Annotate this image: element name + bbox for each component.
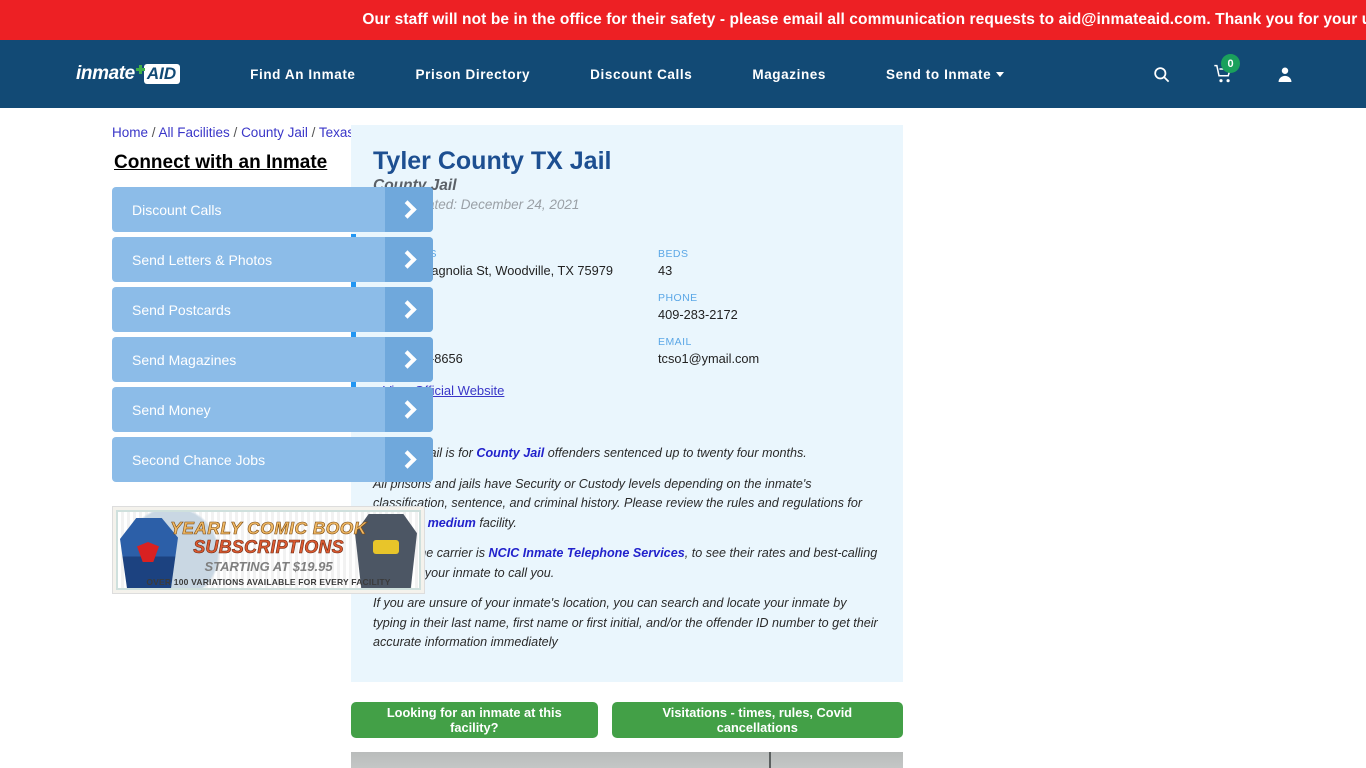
county-jail-link[interactable]: County Jail	[476, 446, 544, 460]
detail-value: 409-283-2172	[658, 307, 738, 322]
sidebar-item-label: Second Chance Jobs	[132, 451, 266, 468]
ncic-carrier-link[interactable]: NCIC Inmate Telephone Services	[489, 546, 685, 560]
sidebar-item-label: Send Letters & Photos	[132, 251, 273, 268]
comic-book-ad-banner[interactable]: YEARLY COMIC BOOK SUBSCRIPTIONS STARTING…	[112, 506, 425, 594]
sidebar-heading: Connect with an Inmate	[114, 152, 328, 173]
cart-icon[interactable]: 0	[1213, 54, 1240, 84]
breadcrumb-separator: /	[307, 125, 319, 140]
detail-beds: BEDS 43	[658, 248, 903, 278]
ad-price: STARTING AT $19.95	[204, 559, 333, 574]
detail-value: 43	[658, 263, 673, 278]
nav-item-magazines[interactable]: Magazines	[752, 67, 826, 82]
breadcrumb-item-home[interactable]: Home	[112, 125, 148, 140]
cart-count-badge: 0	[1221, 54, 1240, 73]
ad-footnote: OVER 100 VARIATIONS AVAILABLE FOR EVERY …	[146, 577, 391, 587]
chevron-right-icon	[385, 337, 433, 382]
nav-item-prison-directory[interactable]: Prison Directory	[416, 67, 531, 82]
detail-label: PHONE	[658, 292, 698, 304]
user-icon[interactable]	[1276, 65, 1294, 84]
main-content: Tyler County TX Jail County Jail Last Up…	[351, 125, 903, 768]
ad-background: YEARLY COMIC BOOK SUBSCRIPTIONS STARTING…	[116, 510, 421, 590]
breadcrumb-separator: /	[229, 125, 242, 140]
description-paragraph-1: Tyler Co Jail is for County Jail offende…	[373, 444, 881, 464]
breadcrumb-separator: /	[148, 125, 159, 140]
alert-banner-text: Our staff will not be in the office for …	[362, 11, 1366, 28]
detail-phone: PHONE 409-283-2172	[658, 292, 903, 322]
sidebar-item-label: Send Money	[132, 401, 211, 418]
nav-item-send-to-inmate[interactable]: Send to Inmate	[886, 66, 1005, 82]
search-icon[interactable]	[1152, 65, 1171, 84]
chevron-right-icon	[385, 187, 433, 232]
nav-item-send-to-inmate-label: Send to Inmate	[886, 66, 992, 82]
last-updated-text: Last Updated: December 24, 2021	[373, 197, 580, 212]
facility-info-panel: Tyler County TX Jail County Jail Last Up…	[351, 125, 903, 682]
sidebar-item-discount-calls[interactable]: Discount Calls	[112, 187, 433, 232]
ad-headline: YEARLY COMIC BOOK	[170, 518, 367, 539]
breadcrumb-item-all-facilities[interactable]: All Facilities	[159, 125, 230, 140]
sidebar-item-label: Send Magazines	[132, 351, 237, 368]
description-paragraph-3: The phone carrier is NCIC Inmate Telepho…	[373, 544, 881, 583]
visitations-button[interactable]: Visitations - times, rules, Covid cancel…	[611, 701, 903, 738]
sidebar-item-send-postcards[interactable]: Send Postcards	[112, 287, 433, 332]
nav-item-find-an-inmate[interactable]: Find An Inmate	[250, 67, 355, 82]
green-cross-icon	[135, 65, 145, 74]
breadcrumb-item-county-jail[interactable]: County Jail	[241, 125, 308, 140]
description-paragraph-2: All prisons and jails have Security or C…	[373, 475, 881, 534]
sidebar-item-label: Send Postcards	[132, 301, 231, 318]
sidebar-item-send-money[interactable]: Send Money	[112, 387, 433, 432]
sidebar-item-label: Discount Calls	[132, 201, 222, 218]
page-title: Tyler County TX Jail	[373, 147, 612, 175]
chevron-right-icon	[385, 437, 433, 482]
logo-badge: AID	[143, 64, 181, 84]
p2-text-a: All prisons and jails have Security or C…	[373, 476, 863, 511]
ad-subheadline: SUBSCRIPTIONS	[193, 537, 344, 558]
facility-details-box: ADDRESS 702 N Magnolia St, Woodville, TX…	[351, 234, 903, 414]
chevron-right-icon	[385, 287, 433, 332]
cta-button-row: Looking for an inmate at this facility? …	[351, 701, 903, 738]
description-paragraph-4: If you are unsure of your inmate's locat…	[373, 596, 878, 650]
breadcrumb-item-texas[interactable]: Texas	[319, 125, 354, 140]
sidebar-item-send-letters-photos[interactable]: Send Letters & Photos	[112, 237, 433, 282]
sidebar-item-second-chance-jobs[interactable]: Second Chance Jobs	[112, 437, 433, 482]
find-inmate-button[interactable]: Looking for an inmate at this facility?	[351, 701, 598, 738]
sidebar: Home / All Facilities / County Jail / Te…	[0, 125, 433, 768]
facility-details-grid: ADDRESS 702 N Magnolia St, Woodville, TX…	[383, 248, 903, 366]
logo-word: inmate	[76, 63, 135, 84]
detail-email: EMAIL tcso1@ymail.com	[658, 336, 903, 366]
detail-label: EMAIL	[658, 336, 692, 348]
alert-banner: Our staff will not be in the office for …	[0, 0, 1366, 40]
facility-type: County Jail	[373, 177, 457, 194]
main-navbar: inmate AID Find An Inmate Prison Directo…	[0, 40, 1366, 108]
detail-label: BEDS	[658, 248, 689, 260]
page-body: Home / All Facilities / County Jail / Te…	[0, 108, 1366, 768]
site-logo[interactable]: inmate AID	[76, 62, 181, 86]
breadcrumb: Home / All Facilities / County Jail / Te…	[112, 125, 354, 140]
p2-text-b: facility.	[475, 515, 517, 530]
photo-detail-pole	[769, 751, 771, 768]
chevron-right-icon	[385, 237, 433, 282]
nav-links: Find An Inmate Prison Directory Discount…	[250, 66, 1005, 82]
p1-text-b: offenders sentenced up to twenty four mo…	[544, 446, 807, 460]
nav-icon-group: 0	[1110, 54, 1294, 84]
facility-photo	[351, 751, 903, 768]
sidebar-item-send-magazines[interactable]: Send Magazines	[112, 337, 433, 382]
nav-item-discount-calls[interactable]: Discount Calls	[590, 67, 692, 82]
detail-value: tcso1@ymail.com	[658, 351, 760, 366]
chevron-down-icon	[996, 71, 1005, 77]
chevron-right-icon	[385, 387, 433, 432]
